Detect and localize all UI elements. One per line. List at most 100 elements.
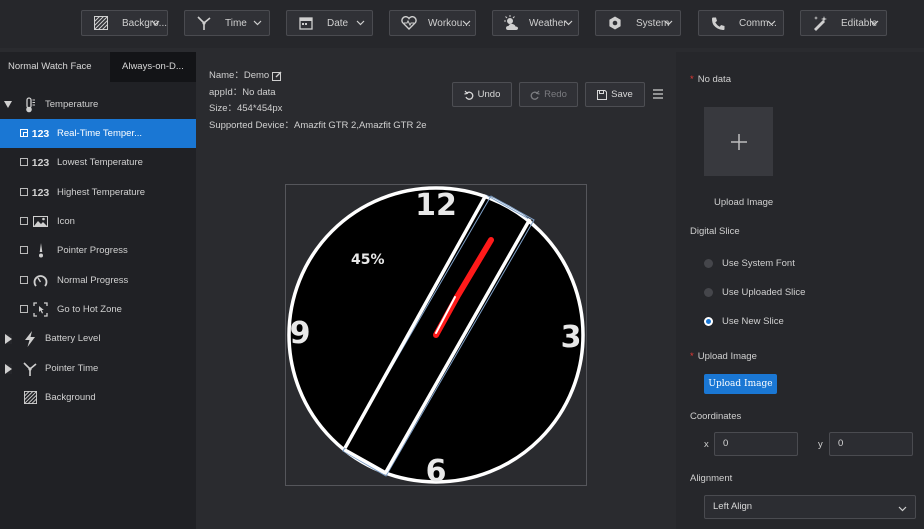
undo-label: Undo [477, 89, 501, 100]
size-value: 454*454px [236, 103, 283, 114]
editable-icon [809, 14, 831, 32]
heart-icon [398, 14, 420, 32]
group-temperature[interactable]: Temperature [0, 90, 196, 119]
group-label: Pointer Time [45, 363, 99, 374]
watch-preview[interactable]: 12 3 6 9 45% [285, 184, 587, 486]
layer-item-lowest-temperature[interactable]: 123 Lowest Temperature [0, 148, 196, 177]
toolbar-label: Time [225, 17, 247, 29]
group-background[interactable]: Background [0, 383, 196, 412]
toolbar-weather-button[interactable]: Weather [492, 10, 579, 36]
group-label: Battery Level [45, 333, 101, 344]
background-icon [90, 14, 112, 32]
layer-checkbox[interactable] [20, 188, 28, 196]
toolbar-background-button[interactable]: Backgro... [81, 10, 168, 36]
save-button[interactable]: Save [585, 82, 645, 107]
y-coordinate-input[interactable]: 0 [829, 432, 913, 456]
numeral-9: 9 [290, 316, 311, 351]
layer-item-icon[interactable]: Icon [0, 207, 196, 236]
watch-face-svg: 12 3 6 9 45% [287, 186, 585, 485]
numeral-6: 6 [426, 454, 447, 485]
layer-label: Go to Hot Zone [57, 304, 122, 315]
group-battery-level[interactable]: Battery Level [0, 324, 196, 353]
alignment-label: Alignment [690, 473, 733, 484]
layer-item-highest-temperature[interactable]: 123 Highest Temperature [0, 178, 196, 207]
project-name: Demo [243, 70, 270, 81]
no-data-label: * No data [690, 74, 731, 85]
toolbar-label: Weather [529, 17, 567, 29]
redo-button[interactable]: Redo [519, 82, 578, 107]
layer-checkbox[interactable] [20, 129, 28, 137]
percent-text: 45% [351, 252, 385, 268]
layer-item-real-time-temperature[interactable]: 123 Real-Time Temper... [0, 119, 196, 148]
group-pointer-time[interactable]: Pointer Time [0, 354, 196, 383]
radio-button[interactable] [704, 288, 713, 297]
upload-image-text: Upload Image [697, 351, 757, 362]
layer-checkbox[interactable] [20, 246, 28, 254]
tab-normal-watch-face[interactable]: Normal Watch Face [0, 52, 110, 82]
weather-icon [501, 14, 523, 32]
radio-button[interactable] [704, 317, 713, 326]
layer-checkbox[interactable] [20, 158, 28, 166]
canvas-area: Name： Demo appId： No data Size： 454*454p… [196, 52, 676, 529]
toolbar-time-button[interactable]: Time [184, 10, 270, 36]
layer-checkbox[interactable] [20, 276, 28, 284]
menu-icon[interactable] [652, 88, 664, 100]
radio-use-system-font[interactable]: Use System Font [704, 258, 795, 269]
upload-image-box[interactable] [704, 107, 773, 176]
upload-image-label: * Upload Image [690, 351, 757, 362]
toolbar-label: Backgro... [121, 17, 167, 29]
tab-always-on-display[interactable]: Always-on-D... [110, 52, 196, 82]
plus-icon [730, 133, 747, 150]
layers-panel: Normal Watch Face Always-on-D... Tempera… [0, 52, 196, 529]
x-coordinate-input[interactable]: 0 [714, 432, 798, 456]
expand-arrow-icon[interactable] [5, 334, 12, 344]
layer-checkbox[interactable] [20, 217, 28, 225]
numeral-12: 12 [415, 188, 457, 223]
upload-image-button[interactable]: Upload Image [704, 374, 777, 394]
chevron-down-icon [462, 20, 471, 26]
digits-icon: 123 [31, 127, 50, 140]
expand-arrow-icon[interactable] [4, 101, 12, 108]
layer-label: Pointer Progress [57, 245, 128, 256]
radio-use-new-slice[interactable]: Use New Slice [704, 316, 784, 327]
toolbar-workout-button[interactable]: Workou... [389, 10, 476, 36]
info-appid-row: appId： No data [209, 85, 427, 102]
thermometer-icon [22, 96, 38, 113]
pointer-time-icon [22, 361, 38, 377]
digits-icon: 123 [31, 186, 50, 199]
radio-use-uploaded-slice[interactable]: Use Uploaded Slice [704, 287, 805, 298]
chevron-down-icon [356, 20, 365, 26]
chevron-down-icon [151, 20, 160, 26]
numeral-3: 3 [561, 320, 582, 355]
hot-zone-icon [32, 302, 49, 317]
toolbar-label: Date [327, 17, 349, 29]
device-value: Amazfit GTR 2,Amazfit GTR 2e [294, 119, 427, 131]
phone-icon [707, 14, 729, 32]
layer-label: Icon [57, 216, 75, 227]
radio-button[interactable] [704, 259, 713, 268]
layer-item-go-to-hot-zone[interactable]: Go to Hot Zone [0, 295, 196, 324]
expand-arrow-icon[interactable] [5, 364, 12, 374]
undo-icon [464, 90, 473, 100]
required-marker: * [690, 351, 694, 362]
digital-slice-label: Digital Slice [690, 226, 740, 237]
layer-checkbox[interactable] [20, 305, 28, 313]
alignment-select[interactable]: Left Align [704, 495, 916, 519]
radio-label: Use New Slice [722, 316, 784, 327]
save-label: Save [611, 89, 633, 100]
project-info: Name： Demo appId： No data Size： 454*454p… [209, 68, 427, 134]
layer-item-normal-progress[interactable]: Normal Progress [0, 266, 196, 295]
info-name-row: Name： Demo [209, 68, 427, 85]
toolbar-communication-button[interactable]: Comm... [698, 10, 784, 36]
info-label: appId： [209, 86, 243, 98]
layer-item-pointer-progress[interactable]: Pointer Progress [0, 236, 196, 265]
edit-icon[interactable] [272, 71, 282, 82]
info-device-row: Supported Device： Amazfit GTR 2,Amazfit … [209, 118, 427, 135]
toolbar-system-button[interactable]: System [595, 10, 681, 36]
toolbar-date-button[interactable]: Date [286, 10, 373, 36]
layer-label: Lowest Temperature [57, 157, 143, 168]
undo-button[interactable]: Undo [452, 82, 512, 107]
alignment-value: Left Align [713, 501, 753, 512]
toolbar-editable-button[interactable]: Editable [800, 10, 887, 36]
background-icon [22, 390, 38, 406]
